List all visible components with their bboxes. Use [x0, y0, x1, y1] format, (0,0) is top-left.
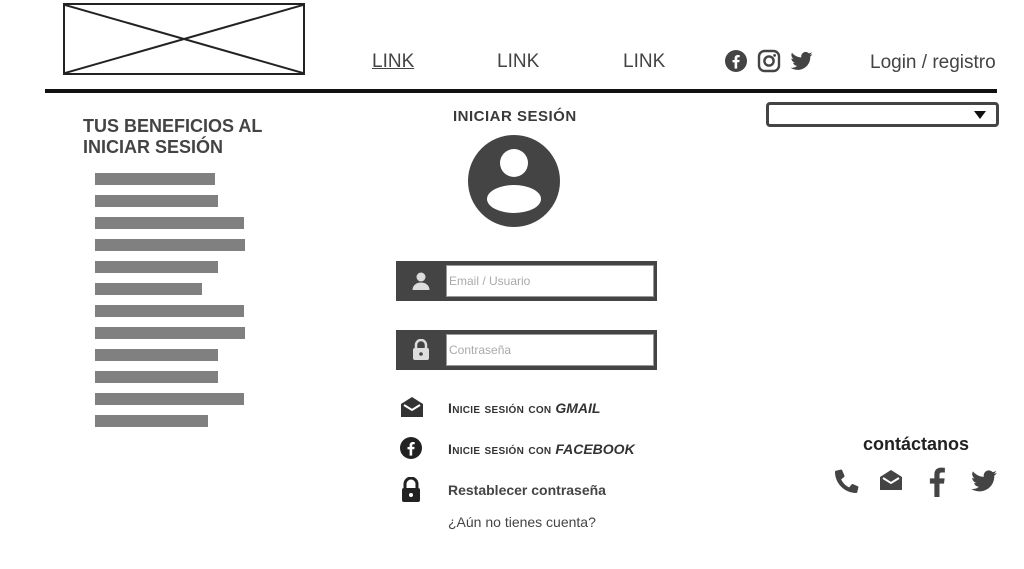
facebook-login-prefix: Inicie sesión con — [448, 441, 552, 457]
phone-icon[interactable] — [833, 467, 863, 497]
login-title: INICIAR SESIÓN — [453, 108, 577, 125]
gmail-brand-label: GMAIL — [555, 400, 601, 416]
gmail-login-link[interactable]: Inicie sesión con GMAIL — [448, 400, 600, 416]
user-avatar-icon — [468, 135, 560, 227]
nav-link-3[interactable]: LINK — [623, 51, 665, 73]
benefit-item — [95, 393, 244, 405]
facebook-icon[interactable] — [724, 49, 750, 75]
login-register-link[interactable]: Login / registro — [870, 52, 996, 74]
lock-icon[interactable] — [399, 476, 425, 503]
header-divider — [45, 89, 997, 93]
benefits-title: TUS BENEFICIOS AL INICIAR SESIÓN — [83, 116, 263, 157]
password-input[interactable] — [446, 334, 654, 366]
benefit-item — [95, 415, 208, 427]
envelope-icon[interactable] — [878, 467, 908, 497]
language-dropdown[interactable] — [766, 102, 999, 127]
contact-title: contáctanos — [863, 434, 970, 454]
benefit-item — [95, 261, 218, 273]
facebook-icon[interactable] — [399, 436, 425, 462]
twitter-icon[interactable] — [789, 49, 815, 75]
email-field — [396, 261, 657, 301]
benefit-item — [95, 217, 244, 229]
logo-placeholder — [63, 3, 305, 75]
nav-link-1[interactable]: LINK — [372, 51, 414, 73]
facebook-f-icon[interactable] — [926, 467, 956, 497]
benefit-item — [95, 327, 245, 339]
gmail-login-prefix: Inicie sesión con — [448, 400, 552, 416]
twitter-icon[interactable] — [969, 467, 999, 497]
chevron-down-icon — [974, 111, 986, 119]
benefit-item — [95, 239, 245, 251]
benefit-item — [95, 371, 218, 383]
nav-link-2[interactable]: LINK — [497, 51, 539, 73]
email-input[interactable] — [446, 265, 654, 297]
benefit-item — [95, 283, 202, 295]
facebook-login-link[interactable]: Inicie sesión con FACEBOOK — [448, 441, 635, 457]
benefit-item — [95, 305, 244, 317]
benefit-item — [95, 173, 215, 185]
benefit-item — [95, 349, 218, 361]
password-field — [396, 330, 657, 370]
facebook-brand-label: FACEBOOK — [555, 441, 635, 457]
benefit-item — [95, 195, 218, 207]
reset-password-link[interactable]: Restablecer contraseña — [448, 482, 606, 498]
user-icon — [396, 261, 446, 301]
instagram-icon[interactable] — [757, 49, 783, 75]
lock-icon — [396, 330, 446, 370]
envelope-open-icon[interactable] — [399, 394, 425, 420]
signup-prompt-link[interactable]: ¿Aún no tienes cuenta? — [448, 514, 596, 530]
